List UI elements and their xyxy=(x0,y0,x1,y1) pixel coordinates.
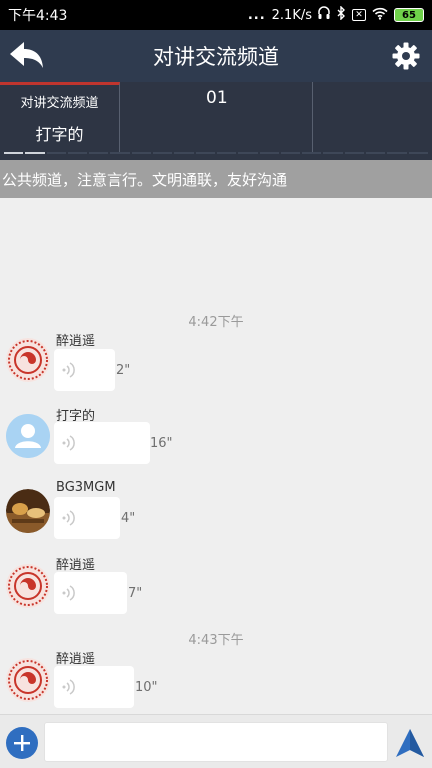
channel-tab-01[interactable]: 01 xyxy=(120,82,313,154)
avatar[interactable] xyxy=(6,489,50,533)
message-item: 醉逍遥 7" xyxy=(0,554,432,626)
voice-wave-icon xyxy=(62,510,75,526)
voice-bubble[interactable] xyxy=(54,666,134,708)
settings-button[interactable] xyxy=(392,42,420,70)
back-button[interactable] xyxy=(8,38,46,74)
battery-indicator: 65 xyxy=(394,8,424,22)
back-arrow-icon xyxy=(10,42,43,68)
scroll-segment xyxy=(46,152,66,154)
channel-notice: 公共频道，注意言行。文明通联，友好沟通 xyxy=(0,160,432,198)
default-user-icon xyxy=(6,414,50,458)
channel-tab-current[interactable]: 对讲交流频道 打字的 xyxy=(0,82,120,154)
channel-number: 01 xyxy=(206,88,228,108)
scroll-segment xyxy=(67,152,88,154)
scroll-segment xyxy=(408,152,428,154)
time-divider: 4:43下午 xyxy=(188,633,244,648)
voice-duration: 2" xyxy=(116,363,131,378)
sender-name: 醉逍遥 xyxy=(56,558,96,573)
scroll-segment xyxy=(216,152,237,154)
voice-duration: 16" xyxy=(150,436,173,451)
sender-name: BG3MGM xyxy=(56,480,116,495)
scroll-segment xyxy=(344,152,365,154)
voice-wave-icon xyxy=(62,679,75,695)
voice-bubble[interactable] xyxy=(54,497,120,539)
no-sim-icon: ✕ xyxy=(352,9,366,21)
message-item: BG3MGM 4" xyxy=(0,479,432,551)
channel-user: 打字的 xyxy=(35,125,84,144)
network-speed: 2.1K/s xyxy=(271,7,312,23)
scroll-segment xyxy=(387,152,407,154)
seal-avatar-icon xyxy=(6,338,50,382)
scroll-segment xyxy=(4,152,24,154)
wifi-icon xyxy=(372,7,388,24)
message-item: 醉逍遥 2" xyxy=(0,328,432,400)
scroll-segment xyxy=(280,152,301,154)
voice-wave-icon xyxy=(62,435,75,451)
scroll-segment xyxy=(89,152,109,154)
avatar[interactable] xyxy=(6,658,50,702)
photo-avatar-icon xyxy=(6,489,50,533)
status-dots: ... xyxy=(247,7,266,23)
voice-bubble[interactable] xyxy=(54,572,127,614)
voice-bubble[interactable] xyxy=(54,422,150,464)
scroll-segment xyxy=(174,152,194,154)
title-bar: 对讲交流频道 xyxy=(0,30,432,82)
seal-avatar-icon xyxy=(6,658,50,702)
avatar[interactable] xyxy=(6,564,50,608)
gear-icon xyxy=(392,42,420,70)
channel-scroll-indicator xyxy=(4,152,428,156)
avatar[interactable] xyxy=(6,414,50,458)
channel-strip: 对讲交流频道 打字的 01 xyxy=(0,82,432,160)
input-bar xyxy=(0,714,432,768)
avatar[interactable] xyxy=(6,338,50,382)
voice-wave-icon xyxy=(62,362,75,378)
send-icon xyxy=(396,729,424,757)
voice-wave-icon xyxy=(62,585,75,601)
page-title: 对讲交流频道 xyxy=(153,45,279,69)
scroll-segment xyxy=(366,152,386,154)
voice-duration: 4" xyxy=(121,511,136,526)
status-time: 下午4:43 xyxy=(8,8,68,24)
scroll-segment xyxy=(110,152,130,154)
scroll-segment xyxy=(302,152,322,154)
plus-icon xyxy=(14,735,30,751)
message-item: 打字的 16" xyxy=(0,404,432,476)
voice-duration: 10" xyxy=(135,680,158,695)
status-icons: ... 2.1K/s ✕ 65 xyxy=(247,5,424,24)
scroll-segment xyxy=(323,152,343,154)
scroll-segment xyxy=(131,152,152,154)
send-button[interactable] xyxy=(394,727,426,759)
seal-avatar-icon xyxy=(6,564,50,608)
add-button[interactable] xyxy=(6,727,38,759)
message-item: 醉逍遥 10" xyxy=(0,648,432,720)
sender-name: 醉逍遥 xyxy=(56,334,96,349)
scroll-segment xyxy=(25,152,45,154)
voice-bubble[interactable] xyxy=(54,349,115,391)
scroll-segment xyxy=(195,152,215,154)
headset-icon xyxy=(318,6,330,24)
channel-tab-empty[interactable] xyxy=(313,82,432,154)
message-input[interactable] xyxy=(44,722,388,762)
scroll-segment xyxy=(259,152,279,154)
bluetooth-icon xyxy=(336,5,346,24)
scroll-segment xyxy=(238,152,258,154)
status-bar: 下午4:43 ... 2.1K/s ✕ 65 xyxy=(0,0,432,30)
sender-name: 醉逍遥 xyxy=(56,652,96,667)
scroll-segment xyxy=(153,152,173,154)
channel-name: 对讲交流频道 xyxy=(20,96,99,111)
voice-duration: 7" xyxy=(128,586,143,601)
